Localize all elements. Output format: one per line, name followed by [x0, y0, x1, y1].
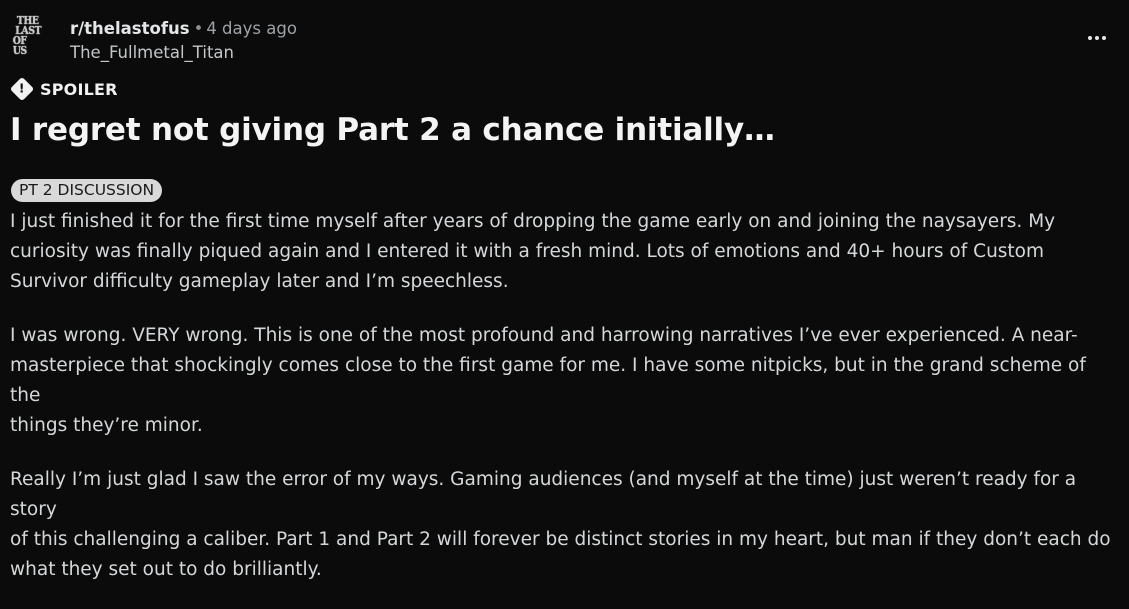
avatar-text-line-3: OF US [12, 34, 27, 57]
body-paragraph: I just finished it for the first time my… [10, 211, 1056, 292]
post-header: THE LAST OF US r/thelastofus • 4 days ago … [10, 14, 1120, 66]
more-dot [1095, 36, 1099, 40]
post-timestamp: 4 days ago [206, 19, 297, 38]
post-body: I just finished it for the first time my… [10, 207, 1120, 609]
spoiler-tag: ! SPOILER [9, 76, 118, 102]
spoiler-label: SPOILER [40, 79, 118, 99]
subreddit-link[interactable]: r/thelastofus [70, 19, 190, 38]
body-paragraph: I was wrong. VERY wrong. This is one of … [10, 325, 1086, 436]
more-dot [1102, 36, 1106, 40]
subreddit-avatar[interactable]: THE LAST OF US [10, 14, 46, 58]
post-title[interactable]: I regret not giving Part 2 a chance init… [10, 108, 775, 152]
meta-separator: • [193, 19, 204, 38]
more-options-icon[interactable] [1088, 36, 1106, 40]
author-username[interactable]: The_Fullmetal_Titan [70, 42, 297, 64]
spoiler-warning-icon: ! [9, 76, 35, 102]
post-meta-line: r/thelastofus • 4 days ago [70, 18, 297, 40]
more-dot [1088, 36, 1092, 40]
post-flair[interactable]: PT 2 DISCUSSION [11, 179, 163, 202]
body-paragraph: Really I’m just glad I saw the error of … [10, 469, 1111, 580]
post-meta: r/thelastofus • 4 days ago The_Fullmetal_T… [70, 18, 297, 64]
